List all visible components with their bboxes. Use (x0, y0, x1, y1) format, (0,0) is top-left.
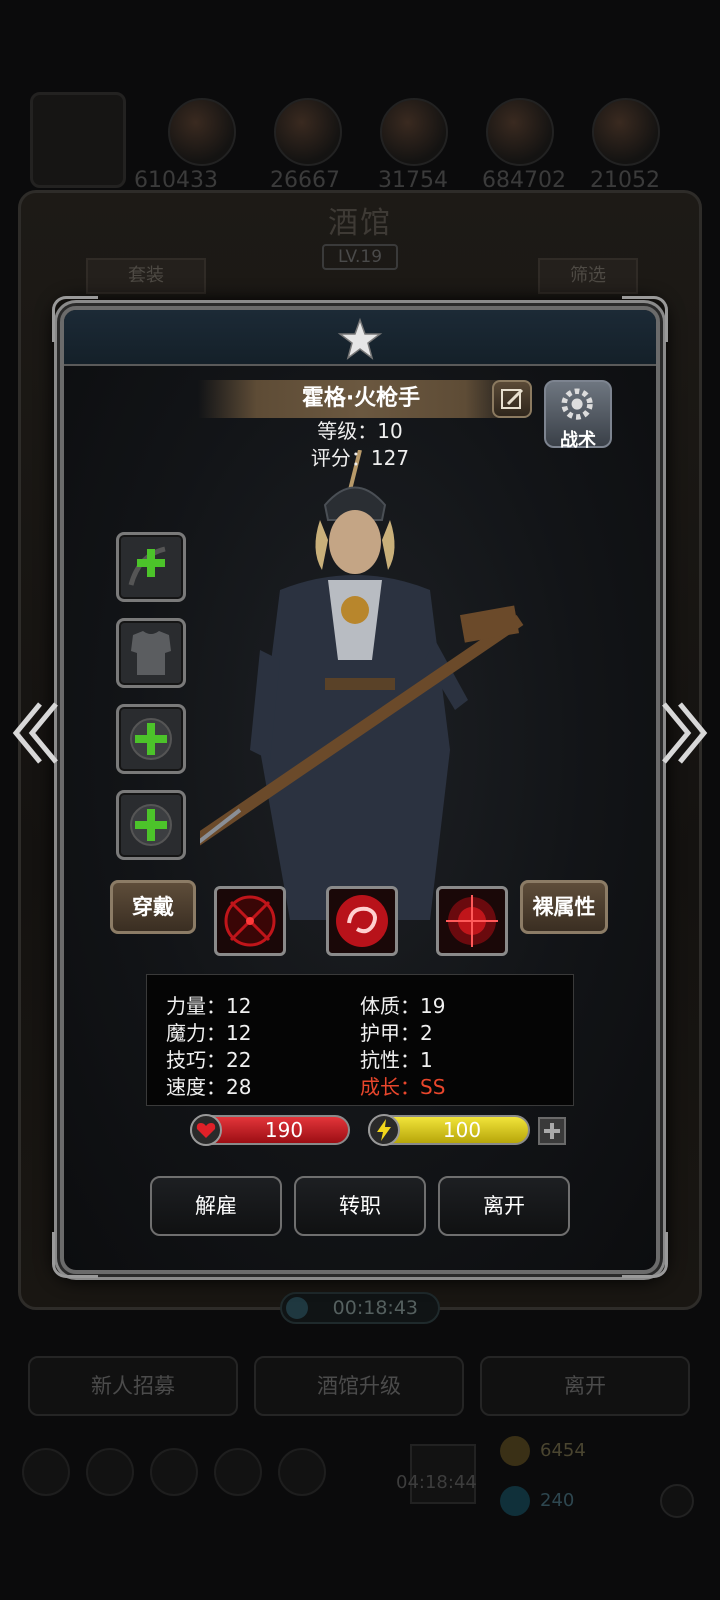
resource-orb-5 (486, 98, 554, 166)
transfer-class-button[interactable]: 转职 (294, 1176, 426, 1236)
plus-icon (130, 804, 172, 846)
dismiss-button[interactable]: 解雇 (150, 1176, 282, 1236)
lightning-icon (368, 1114, 400, 1146)
rename-button[interactable] (492, 380, 532, 418)
leave-button[interactable]: 离开 (438, 1176, 570, 1236)
plus-icon (128, 546, 166, 586)
gold-coin-icon (500, 1436, 530, 1466)
armor-placeholder-icon (131, 631, 171, 675)
frame-corner (622, 296, 668, 342)
nav-icon-4[interactable] (214, 1448, 262, 1496)
tavern-level: LV.19 (322, 244, 398, 270)
suit-tab[interactable]: 套装 (86, 258, 206, 294)
heart-icon (190, 1114, 222, 1146)
bg-leave-button[interactable]: 离开 (480, 1356, 690, 1416)
nav-icon-2[interactable] (86, 1448, 134, 1496)
raw-attributes-button[interactable]: 裸属性 (520, 880, 608, 934)
hp-value: 190 (264, 1118, 304, 1142)
stat-magic: 魔力：12 (166, 1021, 252, 1045)
previous-hero-arrow[interactable] (10, 698, 62, 768)
gift-timer: 04:18:44 (396, 1472, 477, 1493)
plus-icon (130, 718, 172, 760)
frame-corner (52, 296, 98, 342)
filter-tab[interactable]: 筛选 (538, 258, 638, 294)
stat-constitution: 体质：19 (360, 994, 446, 1018)
hero-level: 等级：10 (317, 419, 403, 443)
equip-slot-accessory-1[interactable] (116, 704, 186, 774)
hero-portrait (200, 450, 524, 920)
tactics-label: 战术 (560, 430, 596, 451)
resource-slot-1 (30, 92, 126, 188)
frame-corner (52, 1232, 98, 1278)
timer-icon (286, 1297, 308, 1319)
gear-icon (561, 388, 593, 420)
gem-icon (500, 1486, 530, 1516)
refresh-timer: 00:18:43 (280, 1292, 440, 1324)
stat-armor: 护甲：2 (360, 1021, 433, 1045)
gem-amount: 240 (540, 1490, 575, 1511)
vortex-skill-icon (336, 895, 388, 947)
energy-value: 100 (442, 1118, 482, 1142)
stat-growth: 成长：SS (360, 1075, 446, 1099)
resource-orb-2 (168, 98, 236, 166)
nav-icon-3[interactable] (150, 1448, 198, 1496)
next-hero-arrow[interactable] (658, 698, 710, 768)
equip-slot-armor[interactable] (116, 618, 186, 688)
resource-orb-6 (592, 98, 660, 166)
add-energy-button[interactable] (538, 1117, 566, 1145)
recruit-button[interactable]: 新人招募 (28, 1356, 238, 1416)
resource-orb-3 (274, 98, 342, 166)
pencil-icon (501, 388, 524, 409)
upgrade-tavern-button[interactable]: 酒馆升级 (254, 1356, 464, 1416)
tavern-title: 酒馆 (328, 206, 392, 241)
hero-score: 评分：127 (310, 446, 410, 470)
star-icon (337, 317, 383, 360)
equip-slot-accessory-2[interactable] (116, 790, 186, 860)
nav-icon-5[interactable] (278, 1448, 326, 1496)
wear-button[interactable]: 穿戴 (110, 880, 196, 934)
refresh-timer-value: 00:18:43 (332, 1297, 418, 1319)
stat-resistance: 抗性：1 (360, 1048, 433, 1072)
stat-skill: 技巧：22 (166, 1048, 252, 1072)
skill-slot-3[interactable] (436, 886, 508, 956)
resource-orb-4 (380, 98, 448, 166)
skill-slot-2[interactable] (326, 886, 398, 956)
nav-icon-1[interactable] (22, 1448, 70, 1496)
gold-amount: 6454 (540, 1440, 586, 1461)
stat-strength: 力量：12 (166, 994, 252, 1018)
equip-slot-weapon[interactable] (116, 532, 186, 602)
target-skill-icon (446, 895, 498, 947)
crosshair-skill-icon (224, 895, 276, 947)
plus-icon (544, 1123, 560, 1139)
hero-name: 霍格·火枪手 (301, 386, 421, 411)
skill-slot-1[interactable] (214, 886, 286, 956)
stat-speed: 速度：28 (166, 1075, 252, 1099)
frame-corner (622, 1232, 668, 1278)
add-icon[interactable] (660, 1484, 694, 1518)
